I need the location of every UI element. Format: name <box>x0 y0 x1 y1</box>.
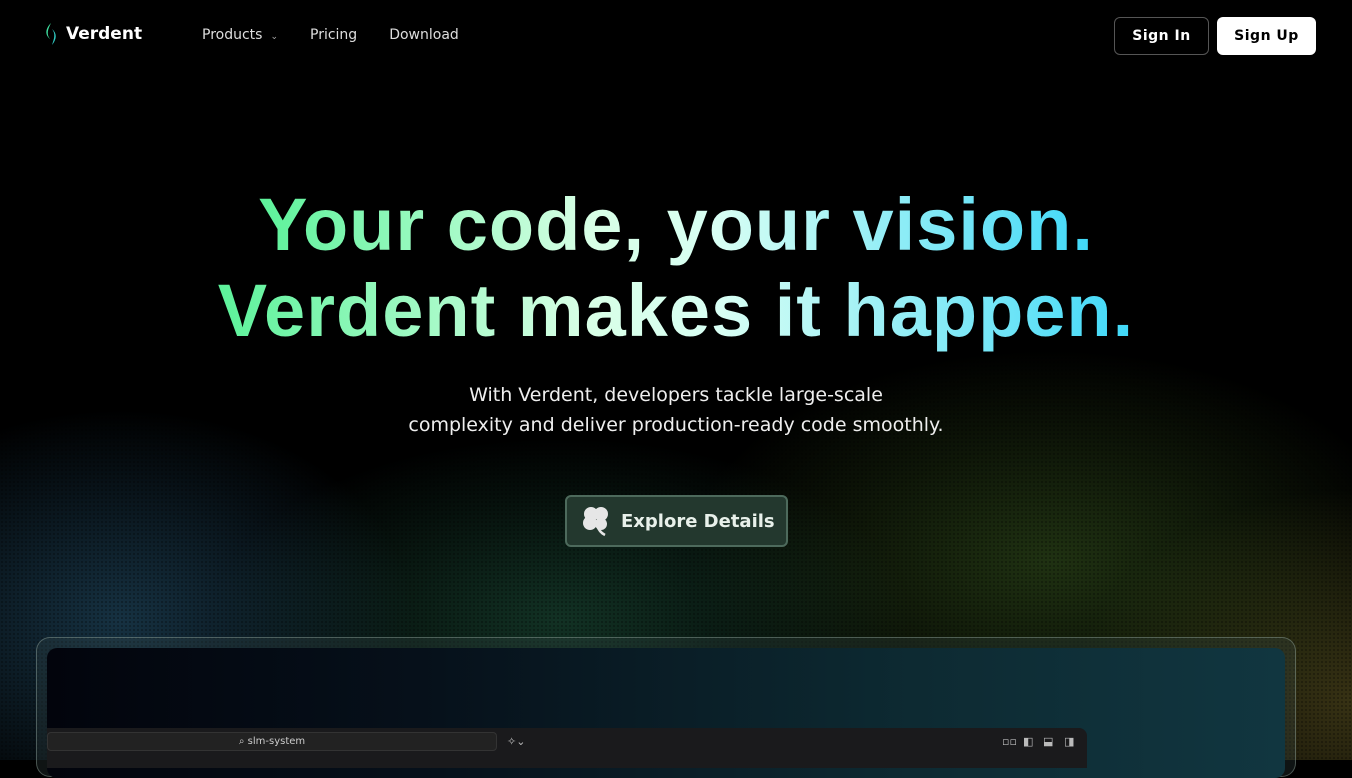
panel-bottom-icon[interactable]: ⬓ <box>1043 735 1053 748</box>
sign-up-button[interactable]: Sign Up <box>1217 17 1316 55</box>
app-preview-toolbar: ⌕ slm-system ✧⌄ ▫▫ ◧ ⬓ ◨ <box>47 728 1087 768</box>
hero-title: Your code, your vision. Verdent makes it… <box>0 182 1352 354</box>
preview-search-field[interactable]: ⌕ slm-system <box>47 732 497 751</box>
sidebar-right-icon[interactable]: ◨ <box>1064 735 1074 748</box>
top-nav: Verdent Products ⌄ Pricing Download Sign … <box>0 0 1352 72</box>
clover-icon <box>583 507 608 537</box>
logo[interactable]: Verdent <box>42 22 142 46</box>
sidebar-left-icon[interactable]: ◧ <box>1023 735 1033 748</box>
hero-title-line2: Verdent makes it happen. <box>217 269 1135 352</box>
hero-subtitle: With Verdent, developers tackle large-sc… <box>0 380 1352 440</box>
nav-products[interactable]: Products ⌄ <box>202 27 278 43</box>
subtitle-line1: With Verdent, developers tackle large-sc… <box>469 384 883 406</box>
leaf-logo-icon <box>46 23 56 45</box>
explore-details-button[interactable]: Explore Details <box>565 495 788 547</box>
nav-download[interactable]: Download <box>389 27 459 43</box>
layout-grid-icon[interactable]: ▫▫ <box>1002 735 1017 748</box>
nav-pricing[interactable]: Pricing <box>310 27 357 43</box>
sparkle-dropdown-icon[interactable]: ✧⌄ <box>507 735 525 748</box>
subtitle-line2: complexity and deliver production-ready … <box>408 414 944 436</box>
nav-products-label: Products <box>202 27 263 43</box>
preview-search-text: slm-system <box>247 736 306 747</box>
chevron-down-icon: ⌄ <box>270 32 278 42</box>
hero-title-line1: Your code, your vision. <box>258 183 1094 266</box>
sign-in-button[interactable]: Sign In <box>1114 17 1209 55</box>
search-icon: ⌕ <box>238 736 248 747</box>
explore-details-label: Explore Details <box>621 510 775 532</box>
brand-name: Verdent <box>66 24 143 44</box>
